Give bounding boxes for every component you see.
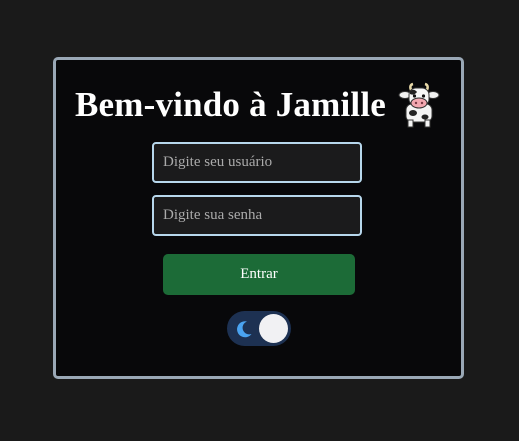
toggle-knob (259, 314, 288, 343)
login-card: Bem-vindo à Jamille En (53, 57, 464, 379)
title-row: Bem-vindo à Jamille (56, 82, 461, 128)
username-input[interactable] (152, 142, 362, 183)
cow-icon (398, 82, 440, 128)
password-input[interactable] (152, 195, 362, 236)
theme-toggle[interactable] (227, 311, 291, 346)
login-button[interactable]: Entrar (163, 254, 355, 295)
page-title: Bem-vindo à Jamille (74, 85, 386, 124)
moon-icon (237, 321, 252, 338)
